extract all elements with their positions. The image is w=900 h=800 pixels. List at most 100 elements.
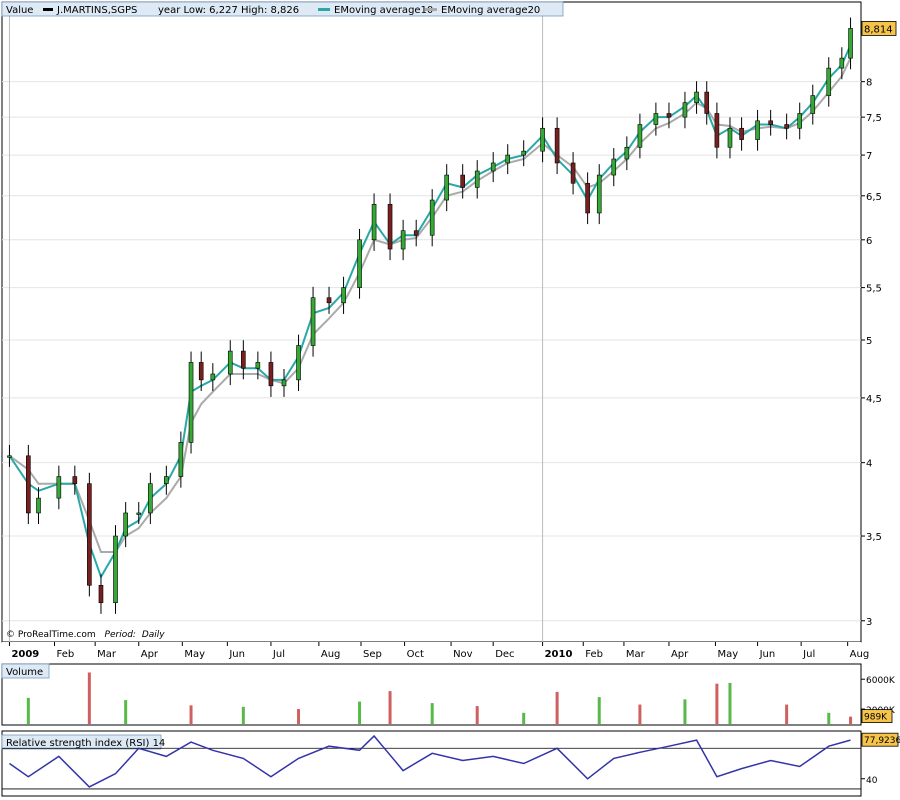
candle-body xyxy=(682,102,688,118)
rsi-axis: 40 77,9236 xyxy=(861,732,900,786)
candle-body xyxy=(281,379,287,387)
time-tick-label: Nov xyxy=(453,649,473,660)
rsi-panel: Relative strength index (RSI) 14 40 77,92… xyxy=(1,730,900,797)
candle-body xyxy=(326,297,332,304)
candle-body xyxy=(136,512,142,515)
candle-body xyxy=(848,28,853,59)
volume-bar xyxy=(715,683,719,724)
candle-body xyxy=(768,120,773,125)
time-tick-label: Jun xyxy=(228,649,245,660)
volume-last-label: 989K xyxy=(864,713,888,723)
candle-body xyxy=(255,362,261,369)
candle-body xyxy=(570,162,576,184)
time-tick-label: Aug xyxy=(850,649,870,660)
svg-text:© ProRealTime.com Period: © ProRealTime.com Period: Daily xyxy=(6,630,165,640)
time-tick-label: 2010 xyxy=(545,649,573,660)
candle-body xyxy=(739,127,744,140)
volume-bar xyxy=(683,699,687,724)
price-tick-label: 4 xyxy=(866,459,872,470)
candle-body xyxy=(72,476,78,484)
candle-body xyxy=(178,442,184,477)
candle-body xyxy=(797,113,803,129)
time-tick-label: Jul xyxy=(802,649,815,660)
candle-body xyxy=(839,57,845,69)
instrument-swatch xyxy=(43,8,53,11)
volume-bar xyxy=(555,691,559,724)
volume-panel: Volume 6000K2000K989K xyxy=(1,663,896,726)
volume-bar xyxy=(475,706,479,724)
candle-body xyxy=(624,146,630,160)
time-tick-label: Mar xyxy=(97,649,117,660)
candle-body xyxy=(727,127,733,148)
time-tick-label: Oct xyxy=(407,649,424,660)
volume-bar xyxy=(388,691,392,724)
volume-bar xyxy=(849,716,853,724)
rsi-tick-label: 40 xyxy=(866,776,878,786)
candle-body xyxy=(755,120,760,140)
volume-tick-label: 6000K xyxy=(866,676,896,686)
price-tick-label: 4,5 xyxy=(866,394,882,405)
candle-body xyxy=(26,455,31,514)
price-panel: 3 3,5 4 4,5 5 5,5 6 6,5 7 7,5 8 8,814 xyxy=(1,1,897,643)
candle-body xyxy=(666,113,672,118)
candle-body xyxy=(460,174,465,188)
volume-bar xyxy=(522,712,526,724)
candle-body xyxy=(56,476,62,499)
candle-body xyxy=(810,95,816,114)
price-tick-label: 8 xyxy=(866,78,872,89)
candle-body xyxy=(554,127,560,164)
volume-bar xyxy=(124,700,128,724)
candle-body xyxy=(505,154,511,164)
time-tick-label: Aug xyxy=(321,649,341,660)
price-plot-area[interactable] xyxy=(1,1,862,643)
ema10-swatch xyxy=(318,8,330,11)
time-tick-label: Jul xyxy=(272,649,285,660)
candle-body xyxy=(596,174,602,214)
candle-body xyxy=(490,162,496,172)
price-tick-label: 3,5 xyxy=(866,532,882,543)
rsi-last-label: 77,9236 xyxy=(864,736,900,746)
candle-body xyxy=(585,182,590,214)
candle-body xyxy=(784,124,789,129)
candle-body xyxy=(357,239,362,288)
candle-body xyxy=(444,174,450,201)
year-range: year Low: 6,227 High: 8,826 xyxy=(158,5,299,16)
volume-bar xyxy=(26,697,30,724)
ema20-legend: EMoving average20 xyxy=(441,5,540,16)
candle-body xyxy=(241,350,246,369)
time-tick-label: May xyxy=(717,649,738,660)
time-axis: 2009 Feb Mar Apr May Jun Jul Aug Sep Oct Nov Dec 201… xyxy=(2,642,869,662)
legend-bar: Value J.MARTINS,SGPS year Low: 6,227 Hig… xyxy=(1,1,564,17)
candle-body xyxy=(637,124,643,148)
candle-body xyxy=(198,362,204,381)
candle-body xyxy=(371,204,377,241)
candle-body xyxy=(387,204,393,250)
time-tick-label: Mar xyxy=(626,649,646,660)
candle-body xyxy=(87,483,92,586)
time-tick-label: 2009 xyxy=(11,649,39,660)
candle-body xyxy=(653,113,659,125)
candle-body xyxy=(98,584,104,604)
time-tick-label: Dec xyxy=(495,649,514,660)
last-price-label: 8,814 xyxy=(864,24,893,35)
candle-body xyxy=(413,230,419,236)
rsi-title: Relative strength index (RSI) 14 xyxy=(6,738,165,749)
candle-body xyxy=(694,91,699,103)
time-tick-label: Feb xyxy=(56,649,74,660)
candle-body xyxy=(123,512,128,537)
candle-body xyxy=(268,362,274,387)
price-tick-label: 5 xyxy=(866,336,872,347)
period-value: Daily xyxy=(142,630,165,640)
candle-body xyxy=(113,535,118,604)
volume-bar xyxy=(597,697,601,724)
volume-bar xyxy=(638,704,642,724)
volume-bar xyxy=(241,706,245,724)
copyright-text: © ProRealTime.com xyxy=(6,630,96,640)
candle-body xyxy=(36,497,41,514)
price-tick-label: 3 xyxy=(866,617,872,628)
volume-bar xyxy=(785,704,789,724)
time-tick-label: Apr xyxy=(671,649,689,660)
candle-body xyxy=(210,373,216,381)
footer-credit: © ProRealTime.com Period: Daily xyxy=(6,630,165,640)
time-tick-label: Apr xyxy=(141,649,159,660)
